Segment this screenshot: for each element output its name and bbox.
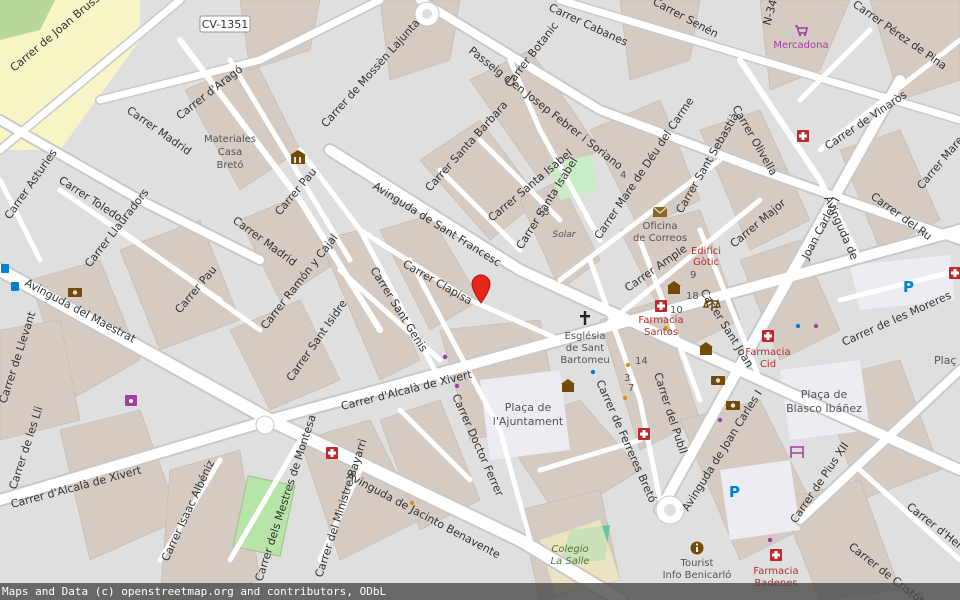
house-number: 4 [620, 170, 626, 181]
post-office-icon[interactable] [652, 206, 668, 217]
poi-label: Blasco Ibáñez [786, 402, 862, 415]
location-marker-icon[interactable] [470, 274, 492, 304]
poi-label: La Salle [550, 556, 589, 567]
svg-text:P: P [729, 483, 740, 501]
poi-label: de Correos [633, 233, 687, 244]
house-number: 9 [690, 270, 696, 281]
poi-label: de Sant [566, 343, 604, 354]
poi-label: Colegio [551, 544, 588, 555]
poi-label: Cid [760, 359, 776, 370]
house-number: 18 [686, 291, 699, 302]
poi-label: Tourist [680, 558, 714, 569]
junction-west [255, 415, 275, 435]
poi-label: Farmacia [745, 347, 790, 358]
house-number: 13 [537, 207, 550, 218]
poi-label: Gòtic [693, 256, 719, 268]
house-number: 7 [628, 383, 634, 394]
poi-label: Info Benicarló [663, 569, 732, 581]
poi-label: Casa [218, 147, 242, 158]
shopping-icon[interactable] [125, 395, 137, 406]
poi-label: Plaç [934, 354, 956, 367]
house-number: 10 [670, 305, 683, 316]
poi-label: Bartomeu [560, 355, 609, 366]
poi-label: Solar [553, 230, 577, 240]
house-number: 14 [635, 356, 648, 367]
poi-label: Bretó [217, 159, 244, 171]
poi-label: Farmacia [638, 315, 683, 326]
poi-label: Mercadona [773, 40, 828, 51]
road-ref-cv1351: CV-1351 [202, 18, 249, 31]
poi-label: Farmacia [753, 566, 798, 577]
poi-label: Església [565, 330, 606, 342]
poi-label: Plaça de [505, 401, 552, 414]
poi-label: Oficina [643, 221, 678, 232]
poi-label: Plaça de [801, 388, 848, 401]
attribution-bar: Maps and Data (c) openstreetmap.org and … [0, 583, 960, 600]
svg-text:P: P [903, 278, 914, 296]
map-view[interactable]: CV-1351 Carrer de Joan Brussi Carrer de … [0, 0, 960, 600]
poi-label: l'Ajuntament [493, 415, 564, 428]
poi-label: Materiales [204, 134, 256, 145]
information-icon[interactable] [690, 541, 704, 555]
poi-label: Edifici [691, 246, 721, 257]
poi-label: Santos [644, 327, 678, 338]
